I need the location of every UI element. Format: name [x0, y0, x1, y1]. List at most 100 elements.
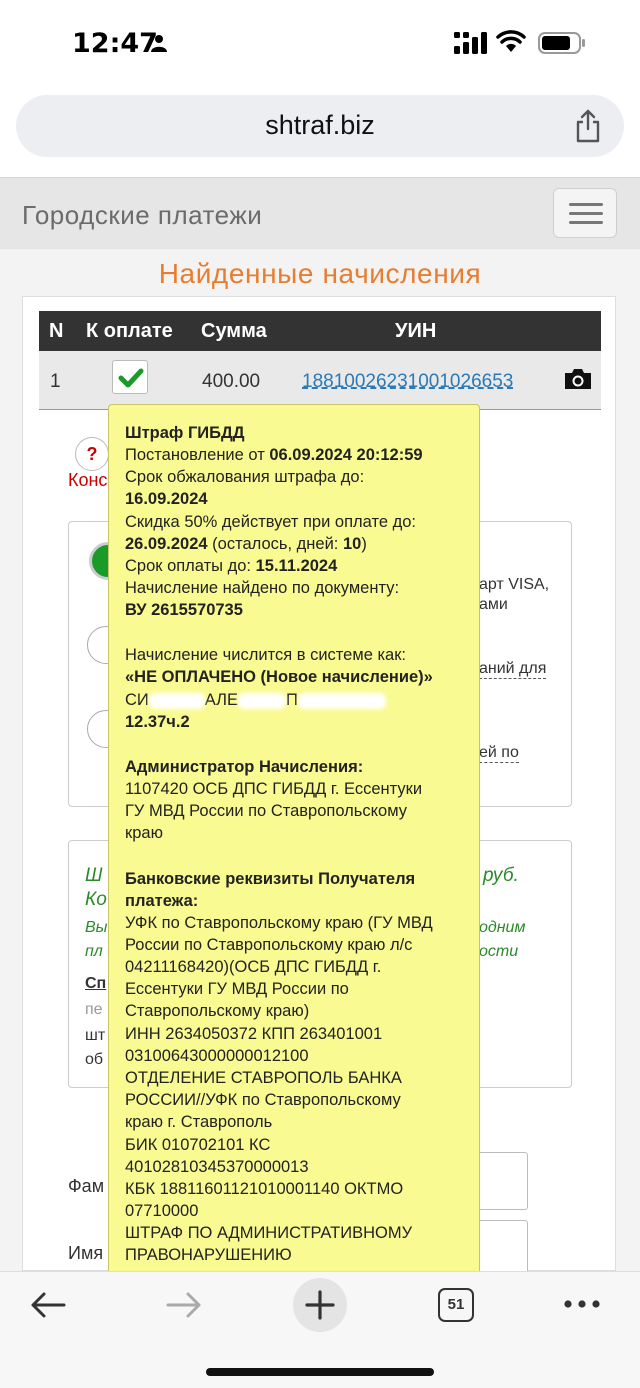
found-label: Начисление найдено по документу: — [125, 579, 400, 597]
menu-button[interactable] — [553, 188, 617, 238]
due-label: Срок оплаты до: — [125, 557, 256, 575]
bank-line: краю г. Ставрополь — [125, 1113, 273, 1131]
appeal-label: Срок обжалования штрафа до: — [125, 468, 365, 486]
forward-arrow-icon[interactable] — [164, 1290, 204, 1320]
admin-line-2: ГУ МВД России по Ставропольскому — [125, 802, 407, 820]
summary-fragment-5: Сп — [85, 975, 107, 992]
payer-name: СИ АЛЕ П — [125, 690, 386, 710]
bank-line: Ессентуки ГУ МВД России по — [125, 980, 349, 998]
column-header-n: N — [49, 320, 64, 342]
admin-line-1: 1107420 ОСБ ДПС ГИБДД г. Ессентуки — [125, 780, 423, 798]
due-date: 15.11.2024 — [255, 557, 338, 575]
summary-fragment-4: пл — [85, 943, 103, 960]
plus-icon — [305, 1290, 335, 1320]
tooltip-title: Штраф ГИБДД — [125, 424, 245, 442]
discount-label: Скидка 50% действует при оплате до: — [125, 513, 416, 531]
name-input[interactable] — [478, 1220, 528, 1276]
summary-fragment-3r: одним — [479, 919, 526, 936]
table-row: 1 400.00 18810026231001026653 — [39, 351, 601, 410]
bank-line: РОССИИ//УФК по Ставропольскому — [125, 1091, 401, 1109]
article: 12.37ч.2 — [125, 713, 190, 731]
bank-line: России по Ставропольскому краю л/с — [125, 936, 413, 954]
days-left-prefix: (осталось, дней: — [207, 535, 343, 553]
summary-fragment-2: Ко — [85, 889, 107, 910]
bank-line: ОТДЕЛЕНИЕ СТАВРОПОЛЬ БАНКА — [125, 1069, 402, 1087]
wifi-icon — [496, 30, 526, 52]
decree-label: Постановление от — [125, 446, 270, 464]
signal-icon — [454, 32, 487, 54]
found-doc: ВУ 2615570735 — [125, 601, 243, 619]
share-icon[interactable] — [574, 109, 602, 143]
site-header: Городские платежи — [0, 177, 640, 249]
help-icon[interactable]: ? — [75, 437, 109, 471]
more-options-icon[interactable] — [562, 1298, 602, 1310]
bank-line: 07710000 — [125, 1202, 199, 1220]
surname-input[interactable] — [478, 1152, 528, 1210]
site-title[interactable]: Городские платежи — [22, 200, 262, 231]
column-header-amount: Сумма — [201, 320, 267, 342]
summary-fragment-7: шт — [85, 1027, 106, 1044]
redaction — [237, 692, 286, 709]
status-bar: 12:47 — [0, 0, 640, 90]
table-header: N К оплате Сумма УИН — [39, 311, 601, 351]
bank-title-1: Банковские реквизиты Получателя — [125, 870, 416, 888]
redaction — [297, 692, 386, 709]
new-tab-button[interactable] — [293, 1278, 347, 1332]
summary-fragment-4r: ости — [479, 943, 519, 960]
summary-fragment-1r: руб. — [483, 865, 519, 886]
appeal-date: 16.09.2024 — [125, 490, 208, 508]
name-part-2: АЛЕ — [204, 691, 238, 709]
url-text: shtraf.biz — [265, 110, 375, 140]
name-part-3: П — [285, 691, 298, 709]
bank-line: КБК 18811601121010001140 ОКТМО — [125, 1180, 404, 1198]
name-label: Имя — [68, 1243, 104, 1263]
decree-date: 06.09.2024 20:12:59 — [269, 446, 423, 464]
bank-line: 04211168420)(ОСБ ДПС ГИБДД г. — [125, 958, 382, 976]
konv-fragment: Конс — [68, 470, 108, 490]
bank-line: 40102810345370000013 — [125, 1158, 309, 1176]
option2-text[interactable]: аний для — [479, 660, 547, 679]
row-number: 1 — [50, 371, 61, 392]
fine-details-tooltip: Штраф ГИБДД Постановление от 06.09.2024 … — [108, 404, 480, 1274]
bank-line: УФК по Ставропольскому краю (ГУ МВД — [125, 914, 433, 932]
column-header-uin: УИН — [395, 320, 437, 342]
days-left: 10 — [342, 535, 362, 553]
name-part-1: СИ — [125, 691, 149, 709]
tabs-count-button[interactable]: 51 — [438, 1288, 474, 1322]
bank-title-2: платежа: — [125, 892, 199, 910]
status-value: «НЕ ОПЛАЧЕНО (Новое начисление)» — [125, 668, 433, 686]
pay-checkbox[interactable] — [112, 360, 148, 394]
bank-line: 03100643000000012100 — [125, 1047, 309, 1065]
checkmark-icon — [118, 368, 144, 388]
redaction — [148, 692, 205, 709]
days-left-suffix: ) — [361, 535, 367, 553]
surname-label: Фам — [68, 1176, 105, 1196]
summary-fragment-6: пе — [85, 1001, 103, 1018]
battery-icon — [538, 32, 585, 54]
admin-title: Администратор Начисления: — [125, 758, 364, 776]
camera-icon[interactable] — [563, 367, 593, 391]
decree-line: Постановление от 06.09.2024 20:12:59 — [125, 445, 423, 465]
bank-line: ШТРАФ ПО АДМИНИСТРАТИВНОМУ — [125, 1224, 413, 1242]
back-arrow-icon[interactable] — [28, 1290, 68, 1320]
summary-fragment-8: об — [85, 1051, 104, 1068]
discount-line: 26.09.2024 (осталось, дней: 10) — [125, 534, 367, 554]
summary-fragment-1: Ш — [85, 865, 103, 886]
summary-fragment-3: Вы — [85, 919, 108, 936]
page-heading: Найденные начисления — [158, 258, 482, 289]
home-indicator[interactable] — [206, 1368, 434, 1376]
status-label: Начисление числится в системе как: — [125, 646, 407, 664]
bank-line: ИНН 2634050372 КПП 263401001 — [125, 1025, 383, 1043]
option3-text[interactable]: ей по — [479, 744, 519, 763]
column-header-to-pay: К оплате — [86, 320, 173, 342]
option1-text-line2: ами — [479, 596, 508, 613]
hamburger-icon — [569, 203, 603, 206]
bank-line: Ставропольскому краю) — [125, 1002, 310, 1020]
admin-line-3: краю — [125, 824, 163, 842]
status-time: 12:47 — [72, 28, 158, 59]
uin-link[interactable]: 18810026231001026653 — [302, 371, 513, 393]
due-line: Срок оплаты до: 15.11.2024 — [125, 556, 337, 576]
address-bar[interactable]: shtraf.biz — [16, 95, 624, 157]
bank-line: БИК 010702101 КС — [125, 1136, 271, 1154]
person-icon — [151, 35, 167, 52]
